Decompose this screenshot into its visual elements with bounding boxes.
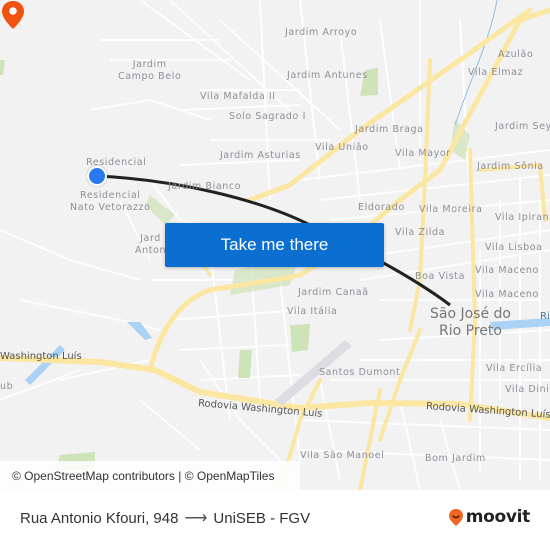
route-summary: Rua Antonio Kfouri, 948 ⟶ UniSEB - FGV: [20, 508, 310, 528]
map-label: ub: [0, 381, 14, 392]
map-attribution[interactable]: © OpenStreetMap contributors | © OpenMap…: [0, 461, 300, 490]
map-label: Bom Jardim: [425, 453, 486, 464]
map-label: Vila Mafalda II: [200, 91, 276, 102]
map-label: Vila Maceno: [475, 289, 539, 300]
map-label: Vila Maceno: [475, 265, 539, 276]
origin-label: Rua Antonio Kfouri, 948: [20, 509, 179, 527]
map-label: Jardim Asturias: [220, 150, 301, 161]
map-label: Jardim Arroyo: [285, 27, 358, 38]
map-label: Vila Mayor: [395, 148, 451, 159]
map-label: Jard Anton: [135, 233, 167, 256]
map-label: Santos Dumont: [319, 367, 401, 378]
map-label: Vila São Manoel: [300, 450, 385, 461]
map-label: Jardim Sey: [495, 121, 550, 132]
map-label: Vila Ercília: [486, 363, 543, 374]
map-label: Jardim Sônia: [477, 161, 544, 172]
destination-label: UniSEB - FGV: [213, 509, 311, 527]
moovit-pin-icon: [448, 508, 463, 526]
origin-marker[interactable]: [87, 166, 107, 186]
brand-name: moovit: [465, 507, 531, 527]
map-label: Jardim Braga: [355, 124, 424, 135]
map-label: Vila Elmaz: [468, 67, 524, 78]
map-label: Vila Moreira: [419, 204, 483, 215]
destination-pin-icon[interactable]: [0, 0, 26, 30]
moovit-logo[interactable]: moovit: [448, 507, 530, 527]
map-label: Vila Dini: [505, 384, 550, 395]
map-label: Residencial Nato Vetorazzo: [70, 190, 151, 213]
road-label: Ri: [540, 311, 550, 322]
map-label: Vila União: [315, 142, 369, 153]
map-label: Azulão: [498, 49, 534, 60]
take-me-there-button[interactable]: Take me there: [165, 223, 384, 267]
map-label: Vila Itália: [287, 306, 338, 317]
arrow-right-icon: ⟶: [184, 510, 208, 527]
footer-bar: Rua Antonio Kfouri, 948 ⟶ UniSEB - FGV m…: [0, 490, 550, 550]
map-view[interactable]: Jardim Arroyo Jardim Campo Belo Jardim A…: [0, 0, 550, 490]
road-label: Washington Luís: [0, 351, 82, 362]
map-label: Vila Ipiran: [495, 212, 550, 223]
map-label: Jardim Canaã: [298, 287, 369, 298]
map-label: Jardim Antunes: [287, 70, 368, 81]
city-label: São José do Rio Preto: [430, 306, 511, 339]
map-label: Jardim Campo Belo: [118, 59, 182, 82]
map-label: Solo Sagrado I: [229, 111, 306, 122]
map-label: Vila Zilda: [395, 227, 446, 238]
map-label: Eldorado: [358, 202, 405, 213]
map-label: Boa Vista: [415, 271, 465, 282]
map-label: Vila Lisboa: [485, 242, 543, 253]
map-label: Jardim Bianco: [168, 181, 242, 192]
